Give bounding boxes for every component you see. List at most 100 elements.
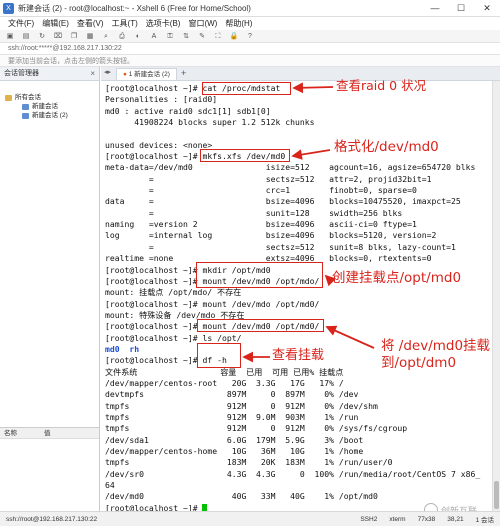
terminal-line: 64 bbox=[105, 480, 115, 491]
hint-text: 要添加当前会话，点击左侧的箭头按钮。 bbox=[8, 57, 134, 65]
annotation-mount-line1: 将 /dev/md0挂载 bbox=[381, 338, 491, 354]
terminal-line: log =internal log bsize=4096 blocks=5120… bbox=[105, 230, 437, 241]
disconnect-icon[interactable]: ⌧ bbox=[52, 32, 64, 41]
annotation-mountpoint: 创建挂载点/opt/md0 bbox=[332, 270, 462, 286]
key-icon[interactable]: ⚿ bbox=[164, 32, 176, 41]
terminal-line: devtmpfs 897M 0 897M 0% /dev bbox=[105, 389, 359, 400]
color-scheme-icon[interactable]: ◐ bbox=[132, 32, 144, 41]
menu-help[interactable]: 帮助(H) bbox=[225, 18, 252, 29]
terminal-line: tmpfs 912M 0 912M 0% /sys/fs/cgroup bbox=[105, 423, 408, 434]
tab-session-2[interactable]: ● 1 新建会话 (2) bbox=[116, 68, 177, 80]
window-titlebar: X 新建会话 (2) - root@localhost:~ - Xshell 6… bbox=[0, 0, 500, 17]
script-icon[interactable]: ✎ bbox=[196, 32, 208, 41]
annotation-check: 查看挂载 bbox=[272, 348, 325, 363]
annotation-raid-status: 查看raid 0 状况 bbox=[336, 78, 427, 93]
status-connection: ssh://root@192.168.217.130:22 bbox=[6, 515, 98, 523]
tree-node-session-1[interactable]: 新建会话 bbox=[0, 102, 99, 111]
terminal-line: /dev/mapper/centos-home 10G 36M 10G 1% /… bbox=[105, 446, 364, 456]
status-terminal-type: xterm bbox=[389, 515, 406, 523]
close-button[interactable]: ✕ bbox=[474, 3, 500, 14]
folder-icon bbox=[5, 94, 12, 101]
tree-node-all-sessions[interactable]: 所有会话 bbox=[0, 93, 99, 102]
properties-col-value: 值 bbox=[44, 430, 51, 437]
terminal-line: mount: 特殊设备 /dev/mdo 不存在 bbox=[105, 309, 245, 320]
terminal-line: = sectsz=512 sunit=8 blks, lazy-count=1 bbox=[105, 241, 456, 252]
terminal-line: 41908224 blocks super 1.2 512k chunks bbox=[105, 117, 315, 128]
tab-scroll-arrows[interactable]: ◂▸ bbox=[101, 66, 114, 80]
maximize-button[interactable]: ☐ bbox=[448, 3, 474, 14]
session-manager-title: 会话管理器 bbox=[4, 70, 39, 77]
terminal-line: realtime =none extsz=4096 blocks=0, rtex… bbox=[105, 253, 432, 264]
tree-node-session-2[interactable]: 新建会话 (2) bbox=[0, 111, 99, 120]
tree-node-label: 所有会话 bbox=[15, 94, 41, 101]
new-session-icon[interactable]: ▣ bbox=[4, 32, 16, 41]
session-address-field[interactable]: ssh://root:*****@192.168.217.130:22 bbox=[5, 44, 185, 53]
tree-node-label: 新建会话 (2) bbox=[32, 112, 68, 119]
menu-edit[interactable]: 编辑(E) bbox=[42, 18, 69, 29]
menu-bar: 文件(F) 编辑(E) 查看(V) 工具(T) 选项卡(B) 窗口(W) 帮助(… bbox=[0, 17, 500, 30]
close-panel-icon[interactable]: × bbox=[90, 67, 95, 81]
minimize-button[interactable]: — bbox=[422, 3, 448, 13]
toolbar: ▣ ▤ ↻ ⌧ ❐ ▦ ⌕ ⎙ ◐ A ⚿ ⇅ ✎ ⛶ 🔒 ? bbox=[0, 30, 500, 43]
copy-icon[interactable]: ❐ bbox=[68, 32, 80, 41]
open-folder-icon[interactable]: ▤ bbox=[20, 32, 32, 41]
terminal-line: = crc=1 finobt=0, sparse=0 bbox=[105, 185, 417, 196]
print-icon[interactable]: ⎙ bbox=[116, 32, 128, 41]
session-tree: 所有会话 新建会话 新建会话 (2) bbox=[0, 81, 99, 120]
status-size: 77x38 bbox=[417, 515, 436, 523]
menu-tabs[interactable]: 选项卡(B) bbox=[146, 18, 181, 29]
properties-header: 名称 值 bbox=[0, 428, 99, 439]
session-tab-bar: ◂▸ ● 1 新建会话 (2) + bbox=[101, 67, 500, 81]
font-icon[interactable]: A bbox=[148, 32, 160, 41]
terminal-line: /dev/sda1 6.0G 179M 5.9G 3% /boot bbox=[105, 434, 364, 445]
lock-icon[interactable]: 🔒 bbox=[228, 32, 240, 41]
session-manager-header: 会话管理器 × bbox=[0, 67, 99, 81]
menu-view[interactable]: 查看(V) bbox=[77, 18, 104, 29]
menu-file[interactable]: 文件(F) bbox=[8, 18, 34, 29]
terminal-line: /dev/mapper/centos-root 20G 3.3G 17G 17%… bbox=[105, 377, 344, 388]
terminal-line: data = bsize=4096 blocks=10475520, imaxp… bbox=[105, 196, 461, 207]
xshell-app-icon: X bbox=[3, 2, 14, 14]
hint-bar: 要添加当前会话，点击左侧的箭头按钮。 bbox=[0, 55, 500, 67]
properties-col-name: 名称 bbox=[4, 430, 17, 437]
transfer-icon[interactable]: ⇅ bbox=[180, 32, 192, 41]
terminal-line: = sectsz=512 attr=2, projid32bit=1 bbox=[105, 173, 432, 184]
new-tab-button[interactable]: + bbox=[181, 67, 186, 80]
terminal-scrollbar[interactable] bbox=[492, 81, 500, 511]
status-sessions: 1 会话 bbox=[475, 517, 494, 524]
fullscreen-icon[interactable]: ⛶ bbox=[212, 32, 224, 41]
tab-label: 1 新建会话 (2) bbox=[128, 71, 170, 78]
help-icon[interactable]: ? bbox=[244, 32, 256, 41]
terminal-line: meta-data=/dev/md0 isize=512 agcount=16,… bbox=[105, 162, 476, 173]
menu-window[interactable]: 窗口(W) bbox=[188, 18, 217, 29]
tree-node-label: 新建会话 bbox=[32, 103, 58, 110]
reconnect-icon[interactable]: ↻ bbox=[36, 32, 48, 41]
paste-icon[interactable]: ▦ bbox=[84, 32, 96, 41]
terminal-line: [root@localhost ~]# mount /dev/md0 /opt/… bbox=[105, 321, 320, 332]
menu-tools[interactable]: 工具(T) bbox=[112, 18, 138, 29]
status-bar: ssh://root@192.168.217.130:22 SSH2 xterm… bbox=[0, 511, 500, 526]
search-icon[interactable]: ⌕ bbox=[100, 32, 112, 41]
session-icon bbox=[22, 103, 29, 110]
terminal-line: Personalities : [raid0] bbox=[105, 94, 218, 105]
terminal-line: = sunit=128 swidth=256 blks bbox=[105, 207, 403, 218]
terminal-line: tmpfs 912M 0 912M 0% /dev/shm bbox=[105, 400, 378, 411]
terminal-line: naming =version 2 bsize=4096 ascii-ci=0 … bbox=[105, 219, 417, 230]
terminal-line: mount: 挂载点 /opt/mdo/ 不存在 bbox=[105, 287, 242, 298]
terminal-line: [root@localhost ~]# cat /proc/mdstat bbox=[105, 83, 281, 93]
status-protocol: SSH2 bbox=[360, 515, 378, 523]
terminal-line: /dev/sr0 4.3G 4.3G 0 100% /run/media/roo… bbox=[105, 468, 481, 479]
annotation-format: 格式化/dev/md0 bbox=[334, 139, 439, 155]
terminal-line: [root@localhost ~]# mount /dev/mdo /opt/… bbox=[105, 298, 320, 309]
status-cursor-pos: 38,21 bbox=[447, 515, 464, 523]
terminal-line: tmpfs 183M 20K 183M 1% /run/user/0 bbox=[105, 457, 393, 468]
session-properties-panel: 名称 值 bbox=[0, 427, 99, 511]
window-title: 新建会话 (2) - root@localhost:~ - Xshell 6 (… bbox=[18, 3, 251, 13]
terminal-line: tmpfs 912M 9.0M 903M 1% /run bbox=[105, 411, 359, 422]
scrollbar-thumb[interactable] bbox=[494, 481, 499, 509]
annotation-mount-line2: 到/opt/dm0 bbox=[381, 355, 457, 371]
session-manager-panel: 会话管理器 × 所有会话 新建会话 新建会话 (2) 名称 值 bbox=[0, 67, 100, 511]
session-icon bbox=[22, 112, 29, 119]
terminal-cursor bbox=[202, 503, 208, 511]
terminal-line: md0 : active raid0 sdc1[1] sdb1[0] bbox=[105, 105, 271, 116]
